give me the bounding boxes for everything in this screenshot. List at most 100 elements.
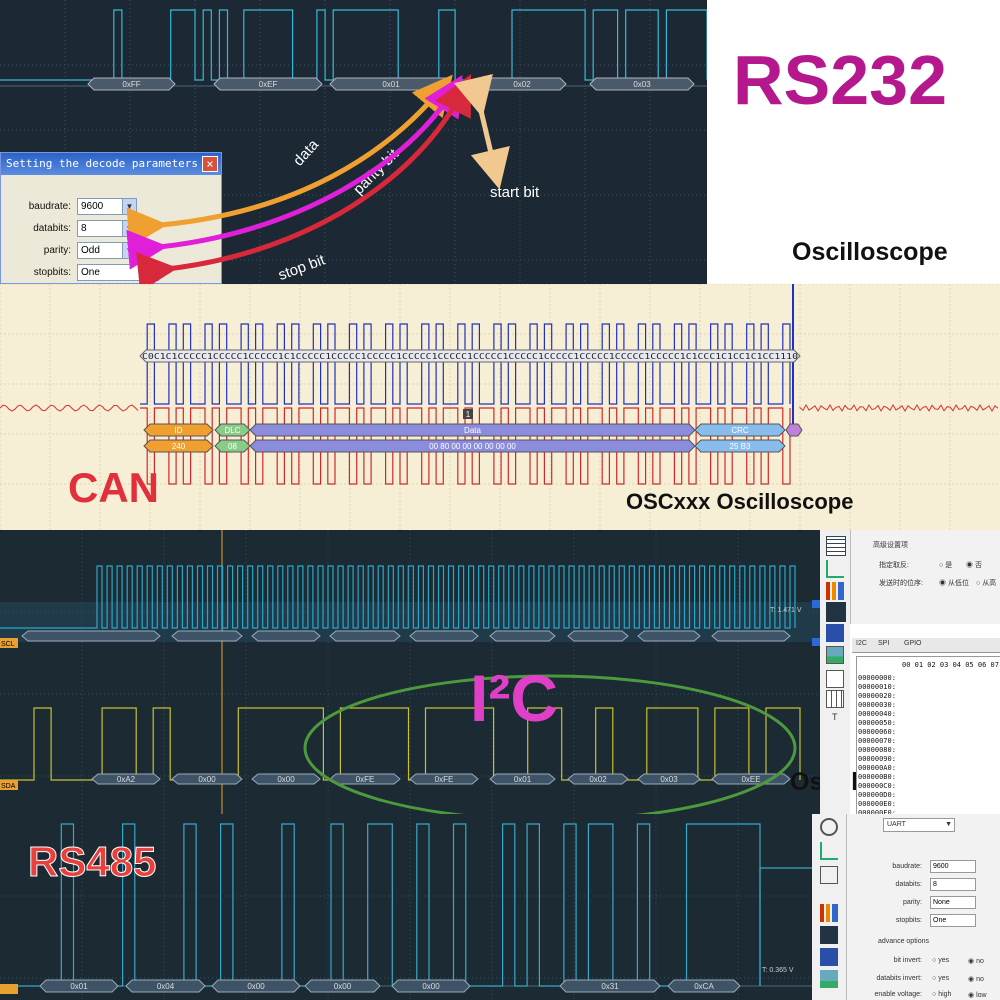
sda-byte-5-label: 0x01	[514, 775, 532, 784]
stopbits-row: stopbits: One ▼	[1, 263, 223, 283]
bit-invert-no-radio[interactable]: ◉ no	[968, 957, 984, 965]
chevron-down-icon[interactable]: ▼	[122, 221, 136, 236]
databits-label: databits:	[895, 881, 922, 888]
close-icon[interactable]: ×	[202, 156, 218, 172]
ruler-icon[interactable]	[820, 842, 838, 860]
dialog-titlebar[interactable]: Setting the decode parameters ×	[1, 153, 221, 175]
bit-invert-yes-radio[interactable]: ○ yes	[932, 957, 949, 964]
ruler-icon[interactable]	[826, 560, 844, 578]
cursor-icon[interactable]	[820, 866, 838, 884]
databits-select[interactable]: 8	[930, 878, 976, 891]
enable-voltage-low-radio[interactable]: ◉ low	[968, 991, 987, 999]
invert-no-radio[interactable]: ◉ 否	[966, 560, 982, 570]
can-panel: C0C1C1CCCCC1CCCCC1CCCCC1C1CCCCC1CCCCC1CC…	[0, 284, 1000, 530]
bit-order-high-radio[interactable]: ○ 从高	[976, 578, 996, 588]
stopbits-select[interactable]: One ▼	[77, 264, 159, 281]
hex-row: 00000000:	[858, 674, 896, 682]
invert-yes-radio[interactable]: ○ 是	[939, 560, 952, 570]
baudrate-select[interactable]: 9600	[930, 860, 976, 873]
scl-bar-7-shape	[637, 630, 701, 642]
enable-voltage-label: enable voltage:	[874, 991, 922, 998]
rs485-baudrate-row: baudrate: 9600	[860, 860, 1000, 876]
can-high-signal	[140, 323, 791, 405]
hex-row: 00000010:	[858, 683, 896, 691]
dialog-title: Setting the decode parameters	[6, 157, 199, 170]
sda-byte-3-label: 0xFE	[356, 775, 375, 784]
grid-icon[interactable]	[826, 536, 846, 556]
chevron-down-icon[interactable]: ▼	[122, 199, 136, 214]
bit-invert-no-label: no	[976, 958, 984, 965]
databits-invert-no-radio[interactable]: ◉ no	[968, 975, 984, 983]
baudrate-value: 9600	[81, 201, 104, 212]
chevron-down-icon[interactable]: ▼	[122, 243, 136, 258]
i2c-scope-screen[interactable]: SCL SDA T: 1.471 V 0xA2 0x00 0x00 0xFE 0xFE 0x01…	[0, 530, 820, 814]
calculator-icon[interactable]	[826, 602, 846, 622]
zoom-icon[interactable]	[820, 818, 838, 836]
rs232-byte-0-label: 0xFF	[122, 80, 140, 89]
bit-order-low-radio[interactable]: ◉ 从低位	[939, 578, 969, 588]
stopbits-select[interactable]: One	[930, 914, 976, 927]
rs485-parity-row: parity: None	[860, 896, 1000, 912]
image-icon[interactable]	[820, 970, 838, 988]
start-bit-annotation: start bit	[490, 184, 540, 201]
rs485-stopbits-row: stopbits: One	[860, 914, 1000, 930]
databits-invert-label: databits invert:	[876, 975, 922, 982]
bit-order-label: 发送时的位序:	[879, 580, 923, 587]
protocol-select[interactable]: UART ▼	[883, 818, 955, 832]
can-field-1-value-label: 08	[228, 442, 237, 451]
hex-row: 00000070:	[858, 737, 896, 745]
sda-byte-0-label: 0xA2	[117, 775, 136, 784]
text-tool-icon[interactable]: T	[832, 712, 838, 722]
tab-i2c[interactable]: I2C	[856, 640, 867, 647]
bit-invert-row: bit invert: ○ yes ◉ no	[860, 954, 1000, 970]
parity-label: parity:	[43, 245, 71, 256]
rs485-byte-4-label: 0x00	[422, 982, 440, 991]
settings-heading: 高级设置项	[873, 542, 908, 549]
hex-row: 00000020:	[858, 692, 896, 700]
advance-options-heading: advance options	[878, 938, 929, 945]
chevron-down-icon[interactable]: ▼	[945, 821, 952, 828]
parity-select[interactable]: None	[930, 896, 976, 909]
can-field-0-name-label: ID	[175, 426, 183, 435]
table-icon[interactable]	[826, 690, 844, 708]
hex-row: 00000050:	[858, 719, 896, 727]
parity-row: parity: Odd ▼	[1, 241, 223, 261]
rs485-byte-0-label: 0x01	[70, 982, 88, 991]
baudrate-row: baudrate: 9600 ▼	[1, 197, 223, 217]
chart-icon[interactable]	[820, 904, 838, 922]
can-title: CAN	[68, 464, 159, 511]
scl-tag-label: SCL	[1, 641, 15, 648]
databits-invert-yes-radio[interactable]: ○ yes	[932, 975, 949, 982]
tab-spi[interactable]: SPI	[878, 640, 889, 647]
baudrate-select[interactable]: 9600 ▼	[77, 198, 137, 215]
rs232-byte-4-label: 0x03	[633, 80, 651, 89]
hex-row: 000000C0:	[858, 782, 896, 790]
can-bitstring: C0C1C1CCCCC1CCCCC1CCCCC1C1CCCCC1CCCCC1CC…	[142, 352, 798, 361]
scl-bar-3-shape	[329, 630, 401, 642]
sda-byte-6-label: 0x02	[589, 775, 607, 784]
waveform-icon[interactable]	[826, 670, 844, 688]
rs485-byte-6-label: 0xCA	[694, 982, 714, 991]
sda-byte-7-label: 0x03	[660, 775, 678, 784]
rs485-toolbar	[812, 814, 846, 1000]
chart-icon[interactable]	[826, 582, 844, 600]
rs485-byte-5-label: 0x31	[601, 982, 619, 991]
parity-select[interactable]: Odd ▼	[77, 242, 137, 259]
enable-voltage-low-label: low	[976, 992, 987, 999]
databits-select[interactable]: 8 ▼	[77, 220, 137, 237]
save-icon[interactable]	[826, 624, 844, 642]
tab-gpio[interactable]: GPIO	[904, 640, 922, 647]
bit-order-low-label: 从低位	[947, 580, 969, 587]
hex-row: 00000030:	[858, 701, 896, 709]
protocol-value: UART	[887, 821, 906, 828]
rs232-panel: 0xFF 0xEF 0x01 0x02 0x03 RS232 Oscilloscope …	[0, 0, 1000, 284]
enable-voltage-high-radio[interactable]: ○ high	[932, 991, 951, 998]
chevron-down-icon[interactable]: ▼	[144, 265, 158, 280]
sda-signal	[0, 707, 801, 781]
calculator-icon[interactable]	[820, 926, 838, 944]
protocol-tabs: I2C SPI GPIO	[852, 638, 1000, 653]
i2c-waveform: SCL SDA T: 1.471 V 0xA2 0x00 0x00 0xFE 0xFE 0x01…	[0, 530, 820, 814]
trigger-readout: T: 1.471 V	[770, 607, 802, 614]
image-icon[interactable]	[826, 646, 844, 664]
save-icon[interactable]	[820, 948, 838, 966]
